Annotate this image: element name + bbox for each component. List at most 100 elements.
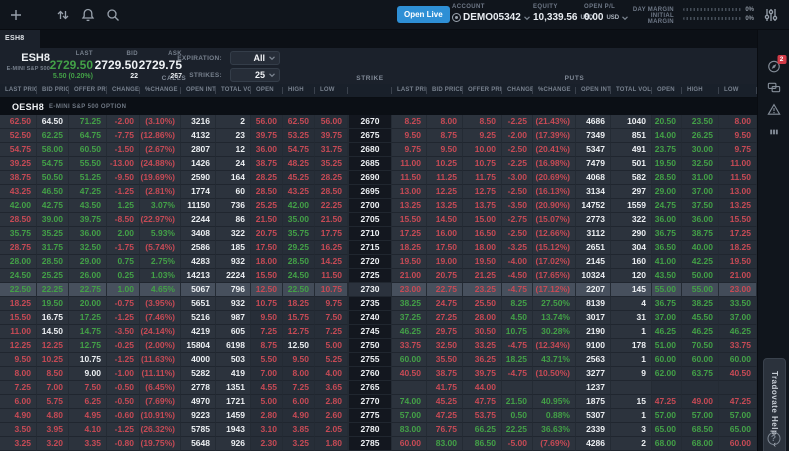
- call-cell[interactable]: 3.10: [251, 423, 283, 437]
- call-cell[interactable]: 15804: [181, 339, 216, 353]
- call-cell[interactable]: 8.00: [283, 367, 315, 381]
- call-cell[interactable]: 8.50: [37, 367, 69, 381]
- put-cell[interactable]: 21.00: [719, 269, 757, 283]
- call-cell[interactable]: 9.50: [251, 311, 283, 325]
- put-cell[interactable]: 37.00: [719, 311, 757, 325]
- put-cell[interactable]: 36.75: [652, 227, 682, 241]
- call-cell[interactable]: 11150: [181, 199, 216, 213]
- put-cell[interactable]: 18.25: [502, 353, 533, 367]
- put-cell[interactable]: 3112: [576, 227, 611, 241]
- put-cell[interactable]: 501: [611, 157, 652, 171]
- call-cell[interactable]: 1.25: [107, 199, 140, 213]
- put-cell[interactable]: 30.00: [682, 143, 719, 157]
- call-cell[interactable]: 28.75: [0, 241, 37, 255]
- put-cell[interactable]: -2.75: [502, 213, 533, 227]
- screens-displays-icon[interactable]: [766, 80, 781, 95]
- put-cell[interactable]: 63.75: [682, 367, 719, 381]
- call-cell[interactable]: 28.25: [251, 171, 283, 185]
- call-cell[interactable]: 2.60: [315, 409, 348, 423]
- put-cell[interactable]: 851: [611, 129, 652, 143]
- call-cell[interactable]: 10.25: [37, 353, 69, 367]
- put-cell[interactable]: 2651: [576, 241, 611, 255]
- put-cell[interactable]: 60.00: [719, 437, 757, 451]
- put-cell[interactable]: 83.00: [392, 423, 427, 437]
- calls-column-header[interactable]: LOW: [315, 84, 348, 97]
- put-cell[interactable]: 24.75: [652, 199, 682, 213]
- call-cell[interactable]: -1.25: [107, 185, 140, 199]
- put-cell[interactable]: (20.41%): [533, 143, 576, 157]
- call-cell[interactable]: 24.50: [0, 269, 37, 283]
- put-cell[interactable]: (17.65%): [533, 269, 576, 283]
- put-cell[interactable]: 120: [611, 269, 652, 283]
- call-cell[interactable]: 5648: [181, 437, 216, 451]
- call-cell[interactable]: 6.00: [283, 395, 315, 409]
- put-cell[interactable]: 9.50: [392, 129, 427, 143]
- put-cell[interactable]: 47.25: [719, 395, 757, 409]
- put-cell[interactable]: 44.00: [463, 381, 502, 395]
- call-cell[interactable]: 7.00: [37, 381, 69, 395]
- call-cell[interactable]: 2: [216, 115, 251, 129]
- put-cell[interactable]: 40.50: [719, 367, 757, 381]
- put-cell[interactable]: 8.25: [502, 297, 533, 311]
- call-cell[interactable]: 12.50: [283, 339, 315, 353]
- call-cell[interactable]: 22.75: [69, 283, 107, 297]
- calls-column-header[interactable]: LAST PRICE: [0, 84, 37, 97]
- put-cell[interactable]: 19.00: [427, 255, 463, 269]
- put-cell[interactable]: 62.00: [652, 367, 682, 381]
- call-cell[interactable]: 12.75: [69, 339, 107, 353]
- call-cell[interactable]: 36.00: [69, 227, 107, 241]
- warning-triangle-icon[interactable]: [766, 102, 781, 117]
- put-cell[interactable]: 17.50: [427, 241, 463, 255]
- call-cell[interactable]: 4.90: [0, 409, 37, 423]
- put-cell[interactable]: 29.00: [652, 185, 682, 199]
- call-cell[interactable]: 22.50: [0, 283, 37, 297]
- call-cell[interactable]: 42.00: [283, 199, 315, 213]
- put-cell[interactable]: 3277: [576, 367, 611, 381]
- call-cell[interactable]: 3.20: [37, 437, 69, 451]
- call-cell[interactable]: 6198: [216, 339, 251, 353]
- calls-column-header[interactable]: OPEN: [251, 84, 283, 97]
- call-cell[interactable]: 2.00: [107, 227, 140, 241]
- option-row-strike-2720[interactable]: 28.0028.5029.000.752.75%428393218.0028.5…: [0, 255, 757, 269]
- put-cell[interactable]: [611, 381, 652, 395]
- put-cell[interactable]: 8139: [576, 297, 611, 311]
- put-cell[interactable]: 8.50: [463, 115, 502, 129]
- put-cell[interactable]: 9.25: [463, 129, 502, 143]
- compass-navigate-icon[interactable]: 2: [766, 59, 781, 74]
- call-cell[interactable]: 24.50: [283, 269, 315, 283]
- call-cell[interactable]: 39.75: [251, 129, 283, 143]
- put-cell[interactable]: 57.00: [392, 409, 427, 423]
- put-cell[interactable]: 5347: [576, 143, 611, 157]
- call-cell[interactable]: 54.75: [283, 143, 315, 157]
- put-cell[interactable]: 33.75: [392, 339, 427, 353]
- call-cell[interactable]: 7.50: [315, 311, 348, 325]
- call-cell[interactable]: 28.50: [37, 255, 69, 269]
- put-cell[interactable]: 4286: [576, 437, 611, 451]
- option-row-strike-2785[interactable]: 3.253.203.35-0.80(19.75%)56489262.303.25…: [0, 437, 757, 451]
- call-cell[interactable]: (24.88%): [140, 157, 181, 171]
- put-cell[interactable]: 11.00: [719, 157, 757, 171]
- call-cell[interactable]: 28.25: [315, 171, 348, 185]
- call-cell[interactable]: 1459: [216, 409, 251, 423]
- put-cell[interactable]: 22.75: [427, 283, 463, 297]
- put-cell[interactable]: (12.34%): [533, 339, 576, 353]
- put-cell[interactable]: 13.25: [392, 199, 427, 213]
- option-row-strike-2745[interactable]: 11.0014.5014.75-3.50(24.14%)42196057.251…: [0, 325, 757, 339]
- call-cell[interactable]: 18.25: [0, 297, 37, 311]
- call-cell[interactable]: 419: [216, 367, 251, 381]
- put-cell[interactable]: 43.71%: [533, 353, 576, 367]
- call-cell[interactable]: 14213: [181, 269, 216, 283]
- call-cell[interactable]: 4.90: [283, 409, 315, 423]
- call-cell[interactable]: 62.25: [37, 129, 69, 143]
- put-cell[interactable]: [682, 381, 719, 395]
- call-cell[interactable]: 4.55: [251, 381, 283, 395]
- put-cell[interactable]: 49.00: [682, 395, 719, 409]
- puts-column-header[interactable]: TOTAL VOL.: [611, 84, 652, 97]
- call-cell[interactable]: 35.25: [37, 227, 69, 241]
- put-cell[interactable]: 2563: [576, 353, 611, 367]
- call-cell[interactable]: 2590: [181, 171, 216, 185]
- call-cell[interactable]: 15.50: [0, 311, 37, 325]
- call-cell[interactable]: 605: [216, 325, 251, 339]
- put-cell[interactable]: -2.00: [502, 129, 533, 143]
- put-cell[interactable]: 10.75: [502, 325, 533, 339]
